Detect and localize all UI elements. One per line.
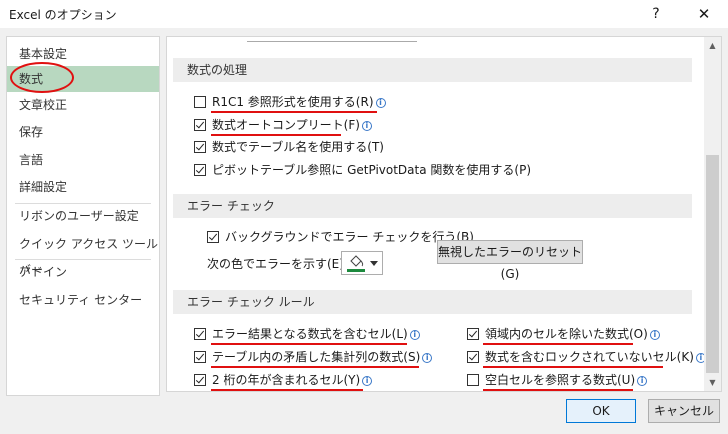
sidebar-item-proofing[interactable]: 文章校正 [7,92,159,118]
color-swatch [347,269,365,272]
section-header-error-check: エラー チェック [173,194,692,218]
error-color-label: 次の色でエラーを示す(E): [207,257,348,271]
checkbox[interactable] [467,328,479,340]
info-icon: i [361,121,372,131]
scroll-up-icon[interactable]: ▲ [704,37,721,54]
option-label: ピボットテーブル参照に GetPivotData 関数を使用する(P) [212,163,532,177]
paint-bucket-icon [350,255,364,267]
checkbox[interactable] [467,351,479,363]
title-bar: Excel のオプション ? ✕ [0,0,728,28]
option-label: 2 桁の年が含まれるセル(Y) [212,373,361,387]
sidebar-item-language[interactable]: 言語 [7,147,159,173]
annotation-underline [211,366,419,368]
sidebar-item-addins[interactable]: アドイン [7,259,159,285]
option-label: エラー結果となる数式を含むセル(L) [212,327,408,341]
annotation-underline [211,389,363,391]
section-header-calculation: 数式の処理 [173,58,692,82]
help-button[interactable]: ? [638,2,674,26]
window-title: Excel のオプション [9,8,117,22]
scroll-down-icon[interactable]: ▼ [704,374,721,391]
checkbox[interactable] [194,96,206,108]
checkbox[interactable] [467,374,479,386]
checkbox[interactable] [194,141,206,153]
sidebar-item-save[interactable]: 保存 [7,119,159,145]
info-icon: i [409,330,420,340]
info-icon: i [375,98,386,108]
option-label: テーブル内の矛盾した集計列の数式(S) [212,350,421,364]
clipped-option [247,37,417,42]
error-color-picker[interactable] [341,251,383,275]
sidebar-item-trust-center[interactable]: セキュリティ センター [7,287,159,313]
info-icon: i [649,330,660,340]
annotation-underline [483,389,633,391]
options-panel: 数式の処理 R1C1 参照形式を使用する(R) i 数式オートコンプリート(F) i… [166,36,722,392]
info-icon: i [362,376,373,386]
sidebar-item-quick-access-toolbar[interactable]: クイック アクセス ツール バー [7,231,159,277]
option-label: 数式を含むロックされていないセル(K) [485,350,694,364]
annotation-underline [483,366,663,368]
annotation-underline [211,134,341,136]
chevron-down-icon [370,261,378,266]
option-label: 数式オートコンプリート(F) [212,118,360,132]
option-label: 領域内のセルを除いた数式(O) [485,327,648,341]
cancel-button[interactable]: キャンセル [648,399,720,423]
close-button[interactable]: ✕ [686,2,722,26]
annotation-underline [483,343,633,345]
sidebar-item-advanced[interactable]: 詳細設定 [7,174,159,200]
checkbox[interactable] [207,231,219,243]
sidebar-item-customize-ribbon[interactable]: リボンのユーザー設定 [7,203,159,229]
option-label: R1C1 参照形式を使用する(R) [212,95,374,109]
checkbox[interactable] [194,119,206,131]
option-label: 空白セルを参照する数式(U) [485,373,636,387]
ok-button[interactable]: OK [566,399,636,423]
reset-ignored-errors-button[interactable]: 無視したエラーのリセット(G) [437,240,583,281]
checkbox[interactable] [194,328,206,340]
annotation-underline [211,343,407,345]
annotation-underline [211,111,377,113]
info-icon: i [637,376,648,386]
section-header-error-rules: エラー チェック ルール [173,290,692,314]
checkbox[interactable] [194,351,206,363]
highlight-ellipse [10,62,74,93]
checkbox[interactable] [194,164,206,176]
info-icon: i [422,353,433,363]
scrollbar-thumb[interactable] [706,155,719,373]
option-label: 数式でテーブル名を使用する(T) [212,140,384,154]
checkbox[interactable] [194,374,206,386]
sidebar: 基本設定 数式 文章校正 保存 言語 詳細設定 リボンのユーザー設定 クイック … [6,36,160,396]
vertical-scrollbar[interactable]: ▲ ▼ [704,37,721,391]
